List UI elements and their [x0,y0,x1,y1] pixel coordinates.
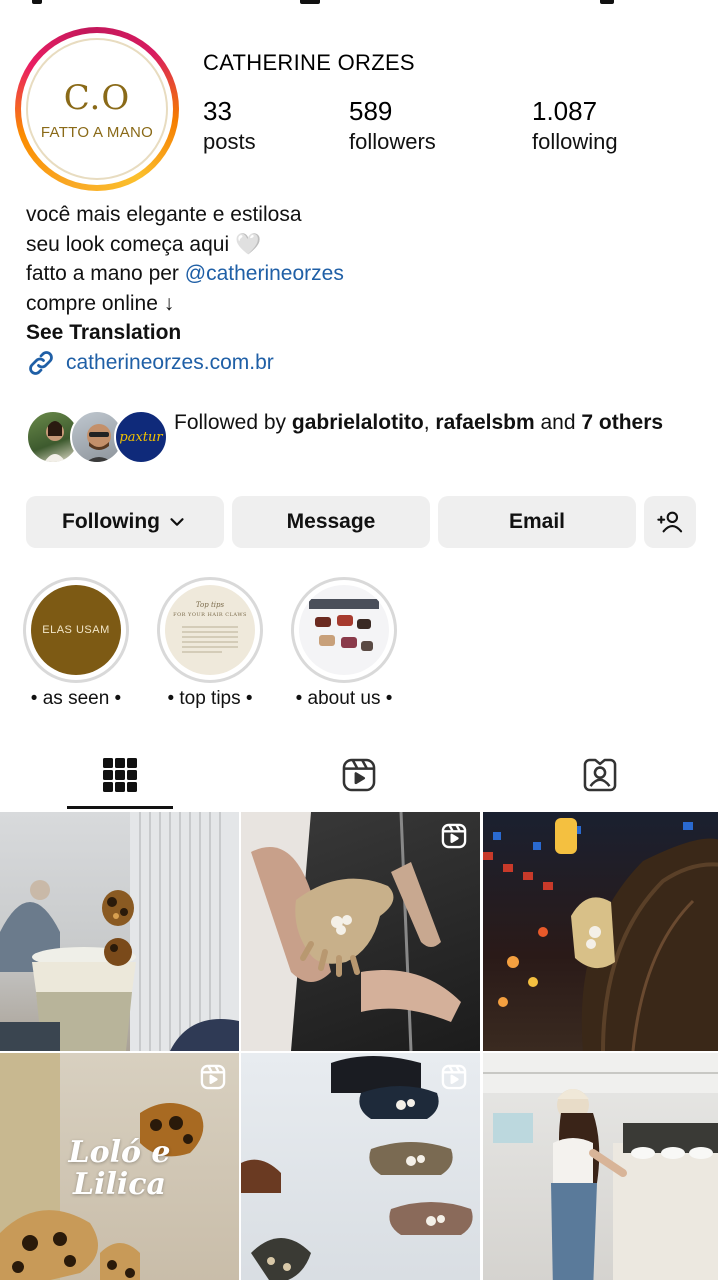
highlight-caption: • about us • [295,688,393,709]
reels-icon [342,758,376,792]
stat-value: 1.087 [532,96,598,126]
following-label: Following [62,510,160,533]
stat-posts[interactable]: 33 posts [203,96,256,155]
post-overlay-line: Loló e [68,1135,171,1170]
stat-label: followers [349,129,436,154]
stat-following[interactable]: 1.087 following [532,96,618,155]
profile-avatar-story-ring[interactable]: C.O FATTO A MANO [15,27,179,191]
link-icon [29,351,53,375]
highlight-caption: • as seen • [30,688,122,709]
message-label: Message [286,510,376,533]
add-person-icon [657,511,683,533]
bio-line: seu look começa aqui 🤍 [26,232,262,256]
highlight-caption: • top tips • [167,688,253,709]
post-thumbnail[interactable] [483,812,718,1051]
reel-badge-icon [441,1064,467,1090]
post-overlay-text: Loló e Lilica [0,1137,239,1201]
stat-value: 589 [349,96,393,126]
highlight-cover: ELAS USAM [31,585,121,675]
conjunction: and [534,411,582,434]
tab-reels[interactable] [299,740,419,810]
post-thumbnail-reel[interactable] [241,812,480,1051]
bio-mention-link[interactable]: @catherineorzes [185,262,344,285]
stat-label: posts [203,129,256,154]
highlight-cover [299,585,389,675]
avatar-subtitle: FATTO A MANO [40,123,154,141]
grid-icon [103,758,137,792]
tab-tagged[interactable] [540,740,660,810]
profile-name: CATHERINE ORZES [203,50,415,75]
chevron-down-icon [170,518,184,526]
following-button[interactable]: Following [26,496,224,548]
followed-by-prefix: Followed by [174,411,292,434]
active-tab-indicator [67,806,173,809]
reel-badge-icon [441,823,467,849]
see-translation-button[interactable]: See Translation [26,318,344,348]
follower-avatar: paxtur [114,410,168,464]
highlight-cover-text: ELAS USAM [42,624,110,636]
story-highlight[interactable]: ELAS USAM • as seen • [23,577,129,709]
followers-others-count[interactable]: 7 others [581,411,663,434]
suggested-users-button[interactable] [644,496,696,548]
post-thumbnail-reel[interactable] [241,1053,480,1280]
post-thumbnail-reel[interactable]: Loló e Lilica [0,1053,239,1280]
bio-line: fatto a mano per @catherineorzes [26,259,344,289]
website-url: catherineorzes.com.br [66,351,274,374]
email-button[interactable]: Email [438,496,636,548]
post-overlay-line: Lilica [73,1167,166,1202]
profile-tabs [0,740,718,810]
followed-by-text: Followed by gabrielalotito, rafaelsbm an… [174,408,674,438]
tab-posts-grid[interactable] [60,740,180,810]
follower-username[interactable]: rafaelsbm [435,411,534,434]
separator: , [423,411,436,434]
followed-by-row[interactable]: paxtur Followed by gabrielalotito, rafae… [26,408,706,468]
tagged-person-icon [583,758,617,792]
avatar: C.O FATTO A MANO [26,38,168,180]
story-highlight[interactable]: • about us • [291,577,397,709]
follower-username[interactable]: gabrielalotito [292,411,424,434]
stat-label: following [532,129,618,154]
message-button[interactable]: Message [232,496,430,548]
post-thumbnail[interactable] [483,1053,718,1280]
status-bar-remnant [0,0,718,8]
highlight-cover-text: FOR YOUR HAIR CLAWS [173,612,247,618]
bio-line: você mais elegante e estilosa [26,203,302,226]
avatar-monogram: C.O [63,77,131,118]
profile-bio: você mais elegante e estilosa seu look c… [26,200,344,348]
bio-text: fatto a mano per [26,262,185,285]
reel-badge-icon [200,1064,226,1090]
stat-followers[interactable]: 589 followers [349,96,436,155]
email-label: Email [508,510,566,533]
bio-website-link[interactable]: catherineorzes.com.br [26,348,274,378]
highlight-cover: Top tips FOR YOUR HAIR CLAWS [165,585,255,675]
highlight-cover-title: Top tips [195,601,225,609]
bio-line: compre online ↓ [26,291,175,315]
stat-value: 33 [203,96,232,126]
post-thumbnail[interactable] [0,812,239,1051]
story-highlight[interactable]: Top tips FOR YOUR HAIR CLAWS • top tips … [157,577,263,709]
follower-avatar-text: paxtur [119,429,163,445]
